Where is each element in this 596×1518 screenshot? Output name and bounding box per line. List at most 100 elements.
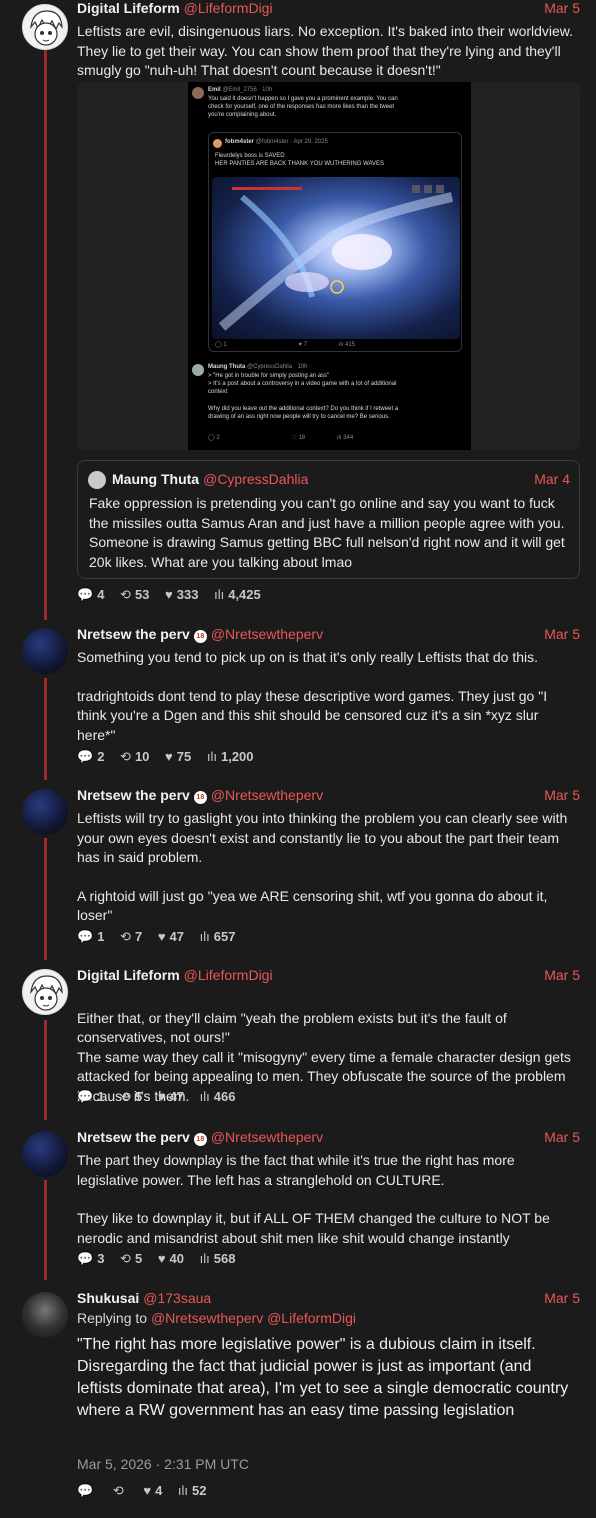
screenshot-text: check for yourself, one of the responses… [208,104,395,110]
views-stat[interactable]: ılı 568 [200,1251,236,1266]
age-badge: 18 [193,1133,207,1146]
tweet-date[interactable]: Mar 5 [544,967,580,983]
display-name[interactable]: Nretsew the perv [77,626,190,642]
retweet-icon: ⟲ [120,929,131,944]
views-icon[interactable]: ılı [339,342,344,348]
tweet-header: Shukusai @173saua Mar 5 [77,1290,580,1308]
heart-icon[interactable]: ♥ [298,342,302,348]
avatar[interactable] [22,1131,68,1177]
tweet-stats: 💬 1 ⟲ 7 ♥ 47 ılı 657 [77,929,247,945]
display-name[interactable]: Digital Lifeform [77,967,180,983]
user-handle[interactable]: @Nretsewtheperv [211,626,323,642]
replying-handles[interactable]: @Nretsewtheperv @LifeformDigi [151,1310,356,1326]
views-stat[interactable]: ılı 466 [200,1089,236,1104]
views-icon: ılı [177,1483,189,1498]
reply-icon[interactable]: ◯ [208,435,215,441]
tweet-header: Nretsew the perv 18 @Nretsewtheperv Mar 5 [77,626,580,644]
display-name[interactable]: Shukusai [77,1290,139,1306]
like-stat[interactable]: ♥ 47 [158,929,184,944]
avatar [213,139,222,148]
tweet-date[interactable]: Mar 4 [534,471,570,487]
retweet-stat[interactable]: ⟲ 53 [120,587,149,603]
views-stat[interactable]: ılı 4,425 [214,587,261,602]
quote-tweet[interactable]: Maung Thuta @CypressDahlia Mar 4 Fake opp… [77,460,580,579]
tweet-date[interactable]: Mar 5 [544,0,580,16]
tweet-date[interactable]: Mar 5 [544,1290,580,1306]
heart-icon[interactable]: ♡ [291,435,296,441]
embedded-screenshot: Emil @Emil_2756 · 10h You said it doesn'… [188,82,471,450]
reply-stat[interactable]: 💬 1 [77,1089,104,1105]
avatar[interactable] [22,1292,68,1338]
screenshot-text: Why did you leave out the additional con… [208,406,399,412]
reply-stat[interactable]: 💬 [77,1483,97,1499]
quote-header: Maung Thuta @CypressDahlia [112,471,308,487]
user-handle[interactable]: @CypressDahlia [203,471,308,487]
retweet-stat[interactable]: ⟲ 5 [120,1089,142,1105]
views-stat[interactable]: ılı 1,200 [207,749,254,764]
user-handle[interactable]: @Nretsewtheperv [211,787,323,803]
tweet-text: Leftists are evil, disingenuous liars. N… [77,23,574,78]
like-stat[interactable]: ♥ 40 [158,1251,184,1266]
tweet-header: Nretsew the perv 18 @Nretsewtheperv Mar 5 [77,1129,580,1147]
reply-stat[interactable]: 💬 4 [77,587,104,603]
retweet-icon: ⟲ [120,587,131,602]
tweet-date[interactable]: Mar 5 [544,787,580,803]
screenshot-name: Maung Thuta [208,364,246,370]
reply-stat[interactable]: 💬 1 [77,929,104,945]
like-stat[interactable]: ♥ 333 [165,587,198,602]
avatar[interactable] [22,789,68,835]
tweet: Nretsew the perv 18 @Nretsewtheperv Mar 5 … [0,626,596,776]
reply-stat[interactable]: 💬 2 [77,749,104,765]
display-name[interactable]: Maung Thuta [112,471,199,487]
display-name[interactable]: Nretsew the perv [77,787,190,803]
heart-icon: ♥ [157,929,166,944]
user-handle[interactable]: @Nretsewtheperv [211,1129,323,1145]
tweet: Digital Lifeform @LifeformDigi Mar 5 Left… [0,0,596,610]
screenshot-quote: fobm4ster @fobm4ster · Apr 29, 2025 Fleu… [208,132,462,352]
user-handle[interactable]: @173saua [143,1290,211,1306]
avatar[interactable] [22,4,68,50]
retweet-stat[interactable]: ⟲ 5 [120,1251,142,1267]
user-handle[interactable]: @LifeformDigi [184,0,273,16]
screenshot-handle: @fobm4ster · Apr 29, 2025 [255,139,328,145]
retweet-stat[interactable]: ⟲ 10 [120,749,149,765]
screenshot-name: Emil [208,87,221,93]
retweet-stat[interactable]: ⟲ 7 [120,929,142,945]
views-icon: ılı [214,587,225,602]
game-scene-icon [218,185,454,331]
views-icon: ılı [199,929,210,944]
tweet-stats: 💬 3 ⟲ 5 ♥ 40 ılı 568 [77,1251,247,1267]
view-count: 344 [343,435,354,441]
user-handle[interactable]: @LifeformDigi [184,967,273,983]
tweet-stats: 💬 4 ⟲ 53 ♥ 333 ılı 4,425 [77,587,273,603]
reply-icon: 💬 [77,587,94,602]
avatar[interactable] [22,628,68,674]
age-badge: 18 [193,630,207,643]
views-icon[interactable]: ılı [337,435,342,441]
reply-icon[interactable]: ◯ [215,342,222,348]
reply-icon: 💬 [77,1089,94,1104]
tweet-text: "The right has more legislative power" i… [77,1336,569,1419]
avatar[interactable] [88,471,106,489]
tweet: Digital Lifeform @LifeformDigi Mar 5 Eith… [0,967,596,1117]
heart-icon: ♥ [165,749,173,764]
retweet-icon: ⟲ [120,749,131,764]
display-name[interactable]: Digital Lifeform [77,0,180,16]
retweet-stat[interactable]: ⟲ [113,1483,128,1499]
views-stat[interactable]: ılı 52 [178,1483,207,1498]
tweet-media[interactable]: Emil @Emil_2756 · 10h You said it doesn'… [77,82,580,450]
tweet-timestamp[interactable]: Mar 5, 2026 · 2:31 PM UTC [77,1456,249,1472]
like-stat[interactable]: ♥ 75 [165,749,191,764]
display-name[interactable]: Nretsew the perv [77,1129,190,1145]
reply-stat[interactable]: 💬 3 [77,1251,104,1267]
avatar [192,87,204,99]
screenshot-text: Fleurdelys boss is SAVED [215,153,285,159]
avatar[interactable] [22,969,68,1015]
like-stat[interactable]: ♥ 47 [158,1089,184,1104]
like-stat[interactable]: ♥ 4 [143,1483,162,1498]
tweet-text: Leftists will try to gaslight you into t… [77,810,568,923]
tweet-date[interactable]: Mar 5 [544,1129,580,1145]
tweet-date[interactable]: Mar 5 [544,626,580,642]
views-stat[interactable]: ılı 657 [200,929,236,944]
views-icon: ılı [206,749,217,764]
